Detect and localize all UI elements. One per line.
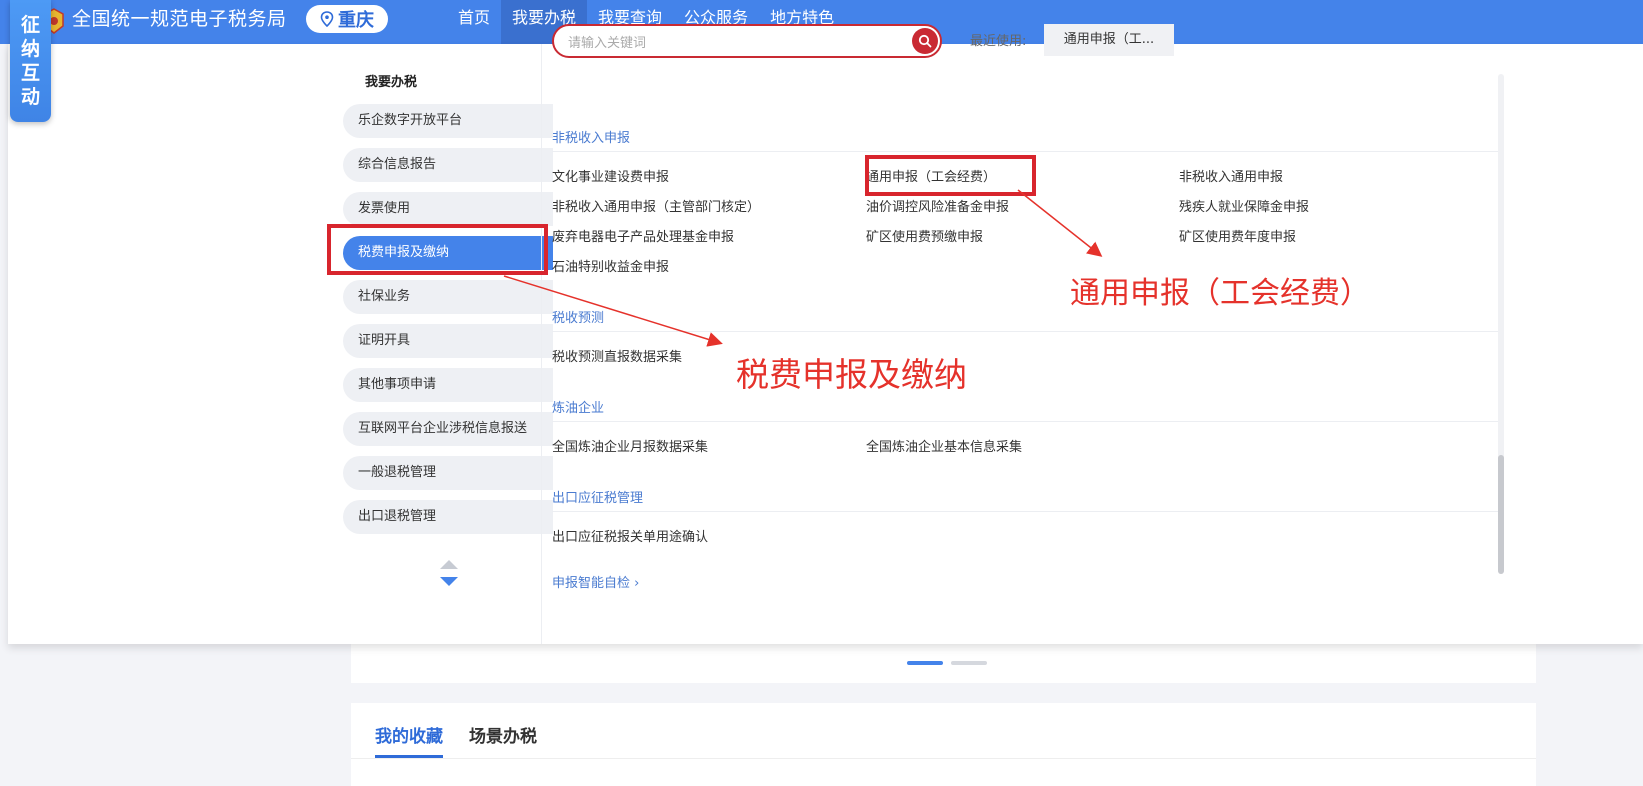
region-name: 重庆 bbox=[338, 10, 374, 31]
section-divider bbox=[552, 331, 1502, 332]
carousel-dot-active[interactable] bbox=[907, 661, 943, 665]
annotation-label-union-fee: 通用申报（工会经费） bbox=[1070, 276, 1370, 311]
section-divider bbox=[552, 151, 1502, 152]
service-link[interactable]: 非税收入通用申报（主管部门核定） bbox=[552, 196, 760, 215]
sidebar-item-info-report[interactable]: 综合信息报告 bbox=[343, 148, 553, 182]
sidebar-item-tax-filing-payment[interactable]: 税费申报及缴纳 bbox=[343, 236, 553, 270]
location-pin-icon bbox=[320, 11, 334, 27]
badge-char: 动 bbox=[20, 86, 40, 108]
sidebar-item-general-refund[interactable]: 一般退税管理 bbox=[343, 456, 553, 490]
sidebar-item-certificate[interactable]: 证明开具 bbox=[343, 324, 553, 358]
self-check-label: 申报智能自检 bbox=[552, 576, 631, 591]
chevron-right-icon: › bbox=[634, 576, 640, 591]
service-link-union-fee[interactable]: 通用申报（工会经费） bbox=[866, 166, 996, 185]
sidebar-item-export-refund[interactable]: 出口退税管理 bbox=[343, 500, 553, 534]
section-divider bbox=[552, 421, 1502, 422]
service-link[interactable]: 残疾人就业保障金申报 bbox=[1179, 196, 1309, 215]
section-divider bbox=[552, 511, 1502, 512]
scroll-updown-icon[interactable] bbox=[439, 558, 459, 588]
sidebar-title: 我要办税 bbox=[365, 75, 418, 90]
carousel-dots bbox=[907, 661, 987, 665]
interaction-badge[interactable]: 征 纳 互 动 bbox=[10, 0, 51, 122]
badge-char: 征 bbox=[20, 14, 40, 36]
carousel-dot[interactable] bbox=[951, 661, 987, 665]
column-divider bbox=[541, 44, 542, 644]
site-title[interactable]: 全国统一规范电子税务局 bbox=[72, 0, 287, 44]
service-link[interactable]: 废弃电器电子产品处理基金申报 bbox=[552, 226, 734, 245]
sidebar-item-lqi-platform[interactable]: 乐企数字开放平台 bbox=[343, 104, 553, 138]
divider bbox=[351, 758, 1536, 759]
service-link[interactable]: 矿区使用费预缴申报 bbox=[866, 226, 983, 245]
self-check-link[interactable]: 申报智能自检 › bbox=[552, 572, 639, 591]
favorites-tabs: 我的收藏 场景办税 bbox=[375, 722, 537, 758]
category-sidebar: 我要办税 乐企数字开放平台 综合信息报告 发票使用 税费申报及缴纳 社保业务 证… bbox=[343, 44, 553, 644]
service-link[interactable]: 非税收入通用申报 bbox=[1179, 166, 1283, 185]
scrollbar-thumb[interactable] bbox=[1498, 455, 1504, 574]
service-link[interactable]: 石油特别收益金申报 bbox=[552, 256, 669, 275]
service-link[interactable]: 矿区使用费年度申报 bbox=[1179, 226, 1296, 245]
region-selector[interactable]: 重庆 bbox=[306, 5, 388, 33]
badge-char: 互 bbox=[20, 62, 40, 84]
annotation-label-menu: 税费申报及缴纳 bbox=[736, 355, 967, 394]
section-items-export: 出口应征税报关单用途确认 bbox=[552, 526, 1502, 556]
service-link[interactable]: 全国炼油企业月报数据采集 bbox=[552, 436, 708, 455]
service-link[interactable]: 文化事业建设费申报 bbox=[552, 166, 669, 185]
service-link[interactable]: 出口应征税报关单用途确认 bbox=[552, 526, 708, 545]
section-title-export: 出口应征税管理 bbox=[552, 491, 644, 506]
tab-my-favorites[interactable]: 我的收藏 bbox=[375, 722, 443, 758]
badge-char: 纳 bbox=[20, 38, 40, 60]
service-link[interactable]: 税收预测直报数据采集 bbox=[552, 346, 682, 365]
category-list: 乐企数字开放平台 综合信息报告 发票使用 税费申报及缴纳 社保业务 证明开具 其… bbox=[343, 104, 553, 544]
section-title-refinery: 炼油企业 bbox=[552, 401, 605, 416]
sidebar-item-platform-report[interactable]: 互联网平台企业涉税信息报送 bbox=[343, 412, 553, 446]
section-items-refinery: 全国炼油企业月报数据采集 全国炼油企业基本信息采集 bbox=[552, 436, 1502, 466]
sidebar-item-social-insurance[interactable]: 社保业务 bbox=[343, 280, 553, 314]
nav-home[interactable]: 首页 bbox=[447, 0, 501, 44]
section-items-forecast: 税收预测直报数据采集 bbox=[552, 346, 1502, 376]
section-title-forecast: 税收预测 bbox=[552, 311, 605, 326]
sidebar-item-other-requests[interactable]: 其他事项申请 bbox=[343, 368, 553, 402]
service-link[interactable]: 油价调控风险准备金申报 bbox=[866, 196, 1009, 215]
service-link[interactable]: 全国炼油企业基本信息采集 bbox=[866, 436, 1022, 455]
section-title-nontax: 非税收入申报 bbox=[552, 131, 631, 146]
tab-scenario-tax[interactable]: 场景办税 bbox=[469, 722, 537, 758]
sidebar-item-invoice[interactable]: 发票使用 bbox=[343, 192, 553, 226]
